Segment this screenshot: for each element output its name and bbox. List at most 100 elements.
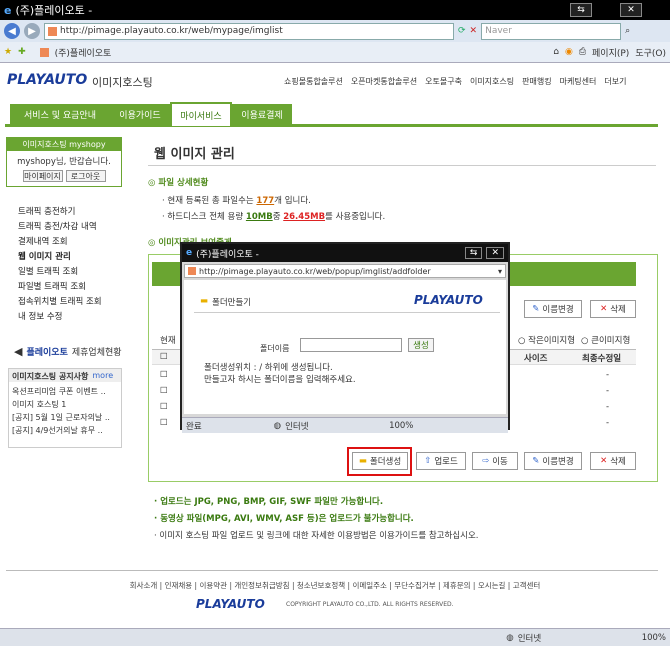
favorites-star-icon[interactable]: ★ (4, 47, 12, 57)
notice-item[interactable]: [공지] 5월 1일 근로자의날 .. (12, 411, 118, 424)
popup-url-field[interactable]: http://pimage.playauto.co.kr/web/popup/i… (184, 264, 506, 278)
add-favorites-icon[interactable]: ✚ (18, 47, 26, 57)
popup-body: ▬ 폴더만들기 PLAYAUTO 폴더이름 생성 폴더생성위치 : / 하위에 생… (184, 280, 506, 414)
popup-restore-icon[interactable]: ⇆ (464, 247, 483, 259)
file-count-line: · 현재 등록된 총 파일수는 177개 입니다. (162, 196, 311, 206)
search-input[interactable]: Naver (481, 22, 622, 40)
tab-myservice[interactable]: 마이서비스 (170, 102, 232, 126)
current-path-label: 현재 (160, 336, 176, 346)
search-icon[interactable]: ⌕ (625, 26, 630, 36)
window-title: (주)플레이오토 - (15, 4, 93, 17)
folder-name-input[interactable] (300, 338, 402, 352)
page-favicon-icon (188, 267, 196, 275)
new-folder-button[interactable]: ▬ 폴더생성 (352, 452, 408, 470)
service-name: 이미지호스팅 (92, 76, 153, 89)
user-box-title: 이미지호스팅 myshopy (7, 138, 121, 151)
footer-links[interactable]: 회사소개 | 인재채용 | 이용약관 | 개인정보취급방침 | 청소년보호정책 … (0, 580, 670, 591)
mypage-button[interactable]: 마이페이지 (22, 170, 63, 182)
restore-icon[interactable]: ⇆ (570, 3, 592, 17)
logout-button[interactable]: 로그아웃 (65, 170, 106, 182)
notice-item[interactable]: 이미지 호스팅 1 (12, 398, 118, 411)
sidebar-item[interactable]: 트래픽 충전/차감 내역 (18, 220, 102, 235)
top-nav-item[interactable]: 마케팅센터 (560, 76, 597, 87)
top-nav-item[interactable]: 이미지호스팅 (470, 76, 514, 87)
tab-favicon-icon (39, 47, 49, 57)
sidebar-item[interactable]: 결제내역 조회 (18, 235, 102, 250)
view-options: ○ 작은이미지형 ○ 큰이미지형 (518, 334, 630, 346)
tab-bar: ★ ✚ (주)플레이오토 ⌂ ◉ ⎙ 페이지(P) 도구(O) (0, 42, 670, 63)
popup-title: (주)플레이오토 - (196, 249, 259, 260)
security-zone: 인터넷 (517, 633, 542, 644)
forward-icon[interactable]: ▶ (24, 23, 40, 39)
top-nav-item[interactable]: 오토몰구축 (425, 76, 462, 87)
popup-heading: ▬ 폴더만들기 (200, 296, 252, 308)
notice-item[interactable]: 옥션프리미엄 쿠폰 이벤트 .. (12, 385, 118, 398)
rename-button[interactable]: ✎ 이름변경 (524, 452, 582, 470)
row-checkbox[interactable]: ☐ (160, 386, 168, 396)
notice-item[interactable]: [공지] 4/9선거의날 휴무 .. (12, 424, 118, 437)
refresh-icon[interactable]: ⟳ (458, 26, 466, 36)
sidebar-item-active[interactable]: 웹 이미지 관리 (18, 250, 102, 265)
notice-box: 이미지호스팅 공지사항 more 옥션프리미엄 쿠폰 이벤트 .. 이미지 호스… (8, 368, 122, 448)
note-item: · 업로드는 JPG, PNG, BMP, GIF, SWF 파일만 가능합니다… (154, 497, 384, 507)
ie-icon: e (4, 3, 12, 17)
notice-more-link[interactable]: more (92, 371, 113, 380)
globe-icon: ◍ (273, 420, 282, 431)
tab-service-info[interactable]: 서비스 및 요금안내 (10, 104, 110, 124)
site-logo[interactable]: PLAYAUTO (7, 72, 87, 88)
tab-guide[interactable]: 이용가이드 (110, 104, 170, 124)
popup-divider (194, 312, 500, 313)
row-checkbox[interactable]: ☐ (160, 402, 168, 412)
popup-zoom[interactable]: 100% (389, 421, 413, 431)
url-field[interactable]: http://pimage.playauto.co.kr/web/mypage/… (44, 22, 454, 40)
print-icon[interactable]: ⎙ (579, 47, 586, 57)
dropdown-icon[interactable]: ▾ (498, 267, 502, 276)
folder-name-label: 폴더이름 (260, 344, 290, 353)
popup-zone: 인터넷 (285, 421, 309, 432)
sidebar-item[interactable]: 트래픽 충전하기 (18, 205, 102, 220)
select-all-checkbox[interactable]: ☐ (160, 352, 168, 362)
tab-payment[interactable]: 이용료결제 (232, 104, 292, 124)
popup-status: 완료 (186, 421, 202, 432)
view-small-radio[interactable]: ○ 작은이미지형 (518, 334, 575, 346)
footer-logo: PLAYAUTO (196, 597, 265, 611)
partner-link[interactable]: ◀ 플레이오토 제휴업체현황 (14, 345, 122, 358)
sidebar-item[interactable]: 일별 트래픽 조회 (18, 265, 102, 280)
notes: · 업로드는 JPG, PNG, BMP, GIF, SWF 파일만 가능합니다… (154, 494, 478, 545)
delete-button-top[interactable]: ✕ 삭제 (590, 300, 636, 318)
rename-icon: ✎ (532, 304, 540, 314)
delete-button[interactable]: ✕ 삭제 (590, 452, 636, 470)
home-icon[interactable]: ⌂ (553, 47, 559, 57)
top-nav-item[interactable]: 오픈마켓통합솔루션 (351, 76, 417, 87)
disk-usage-line: · 하드디스크 전체 용량 10MB중 26.45MB를 사용중입니다. (162, 212, 386, 222)
rename-button-top[interactable]: ✎ 이름변경 (524, 300, 582, 318)
browser-tab[interactable]: (주)플레이오토 (55, 46, 112, 59)
zoom-level[interactable]: 100% (642, 633, 666, 643)
top-nav-item[interactable]: 더보기 (604, 76, 626, 87)
sidebar-menu: 트래픽 충전하기 트래픽 충전/차감 내역 결제내역 조회 웹 이미지 관리 일… (18, 205, 102, 325)
back-icon[interactable]: ◀ (4, 23, 20, 39)
sidebar-item[interactable]: 파일별 트래픽 조회 (18, 280, 102, 295)
sidebar-item[interactable]: 내 정보 수정 (18, 310, 102, 325)
tools-menu[interactable]: 도구(O) (635, 46, 666, 59)
sidebar-item[interactable]: 접속위치별 트래픽 조회 (18, 295, 102, 310)
page-menu[interactable]: 페이지(P) (592, 46, 629, 59)
row-checkbox[interactable]: ☐ (160, 370, 168, 380)
top-nav-item[interactable]: 쇼핑몰통합솔루션 (284, 76, 343, 87)
partner-brand: 플레이오토 (26, 348, 68, 358)
top-nav-item[interactable]: 판매행킹 (522, 76, 551, 87)
partner-text: 제휴업체현황 (71, 348, 122, 358)
move-button[interactable]: ⇨ 이동 (472, 452, 518, 470)
upload-button[interactable]: ⇧ 업로드 (416, 452, 466, 470)
megaphone-icon: ◀ (14, 345, 23, 358)
create-button[interactable]: 생성 (408, 338, 434, 352)
folder-icon: ▬ (200, 296, 209, 306)
stop-icon[interactable]: ✕ (470, 26, 478, 36)
view-large-radio[interactable]: ○ 큰이미지형 (581, 334, 630, 346)
row-checkbox[interactable]: ☐ (160, 418, 168, 428)
ie-icon: e (186, 248, 193, 258)
close-icon[interactable]: ✕ (620, 3, 642, 17)
popup-close-icon[interactable]: ✕ (486, 247, 504, 259)
feeds-icon[interactable]: ◉ (565, 47, 573, 57)
tab-underline (5, 124, 658, 127)
